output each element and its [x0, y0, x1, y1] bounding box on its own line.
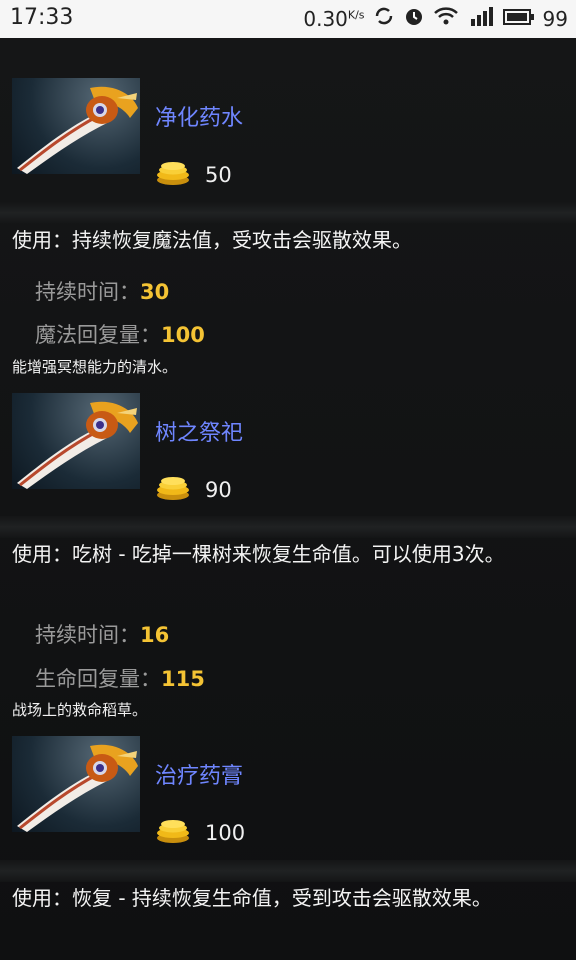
item-lore: 能增强冥想能力的清水。	[12, 358, 178, 376]
item-name[interactable]: 树之祭祀	[155, 415, 243, 447]
item-name[interactable]: 治疗药膏	[155, 758, 243, 790]
stat-duration: 持续时间：16	[35, 623, 170, 647]
item-lore: 战场上的救命稻草。	[12, 701, 148, 719]
status-bar: 17:33 0.30K/s 99	[0, 0, 576, 38]
stat-health-regen: 生命回复量：115	[35, 667, 205, 691]
signal-icon	[467, 5, 495, 32]
wifi-icon	[433, 6, 459, 31]
sword-item-icon[interactable]	[12, 393, 140, 489]
item-cost: 90	[155, 475, 232, 505]
cost-value: 100	[205, 821, 246, 845]
stat-duration: 持续时间：30	[35, 280, 170, 304]
sync-icon	[373, 5, 395, 32]
item-use-text: 使用：持续恢复魔法值，受攻击会驱散效果。	[12, 228, 412, 252]
battery-level: 99	[542, 6, 568, 31]
status-icons: 0.30K/s 99	[303, 5, 568, 32]
item-use-text: 使用：吃树 - 吃掉一棵树来恢复生命值。可以使用3次。	[12, 542, 505, 566]
sword-item-icon[interactable]	[12, 78, 140, 174]
sword-item-icon[interactable]	[12, 736, 140, 832]
divider	[0, 202, 576, 224]
status-time: 17:33	[10, 5, 74, 30]
divider	[0, 516, 576, 538]
alarm-icon	[403, 5, 425, 32]
cost-value: 90	[205, 478, 232, 502]
stat-mana-regen: 魔法回复量：100	[35, 323, 205, 347]
battery-icon	[502, 7, 535, 31]
gold-coins-icon	[155, 475, 191, 505]
gold-coins-icon	[155, 818, 191, 848]
network-speed: 0.30K/s	[303, 6, 365, 31]
gold-coins-icon	[155, 160, 191, 190]
item-cost: 100	[155, 818, 245, 848]
item-list: 净化药水 50 使用：持续恢复魔法值，受攻击会驱散效果。 持续时间：30 魔法回…	[0, 38, 576, 960]
cost-value: 50	[205, 163, 232, 187]
item-name[interactable]: 净化药水	[155, 100, 243, 132]
item-cost: 50	[155, 160, 232, 190]
divider	[0, 860, 576, 882]
item-use-text: 使用：恢复 - 持续恢复生命值，受到攻击会驱散效果。	[12, 886, 492, 910]
